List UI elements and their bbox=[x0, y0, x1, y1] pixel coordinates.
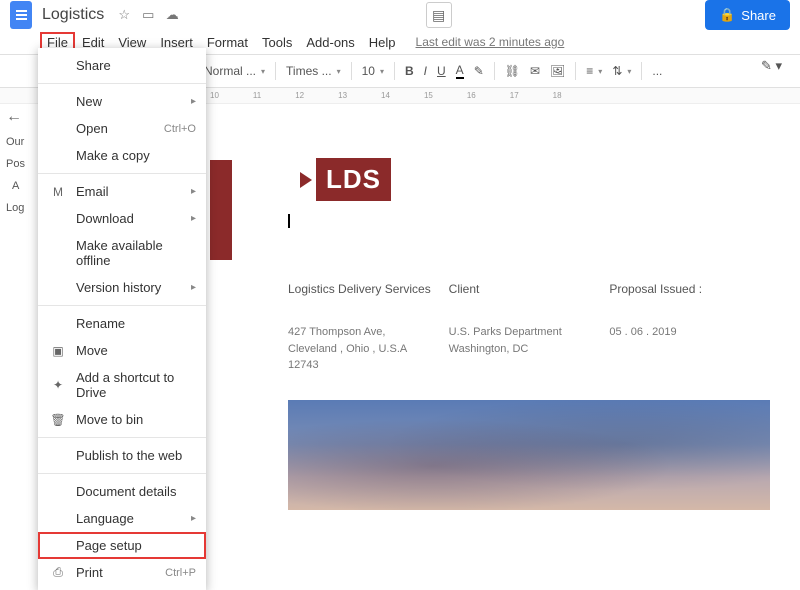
underline-button[interactable]: U bbox=[433, 62, 450, 80]
menu-tools[interactable]: Tools bbox=[255, 32, 299, 53]
share-label: Share bbox=[741, 8, 776, 23]
hero-image bbox=[288, 400, 770, 510]
menu-item-document-details[interactable]: Document details bbox=[38, 478, 206, 505]
info-heading-company: Logistics Delivery Services bbox=[288, 282, 449, 296]
menu-item-email[interactable]: MEmail bbox=[38, 178, 206, 205]
cloud-status-icon: ☁ bbox=[164, 7, 180, 23]
star-icon[interactable]: ☆ bbox=[116, 7, 132, 23]
outline-sidebar: ← Our Pos A Log bbox=[0, 88, 36, 234]
outline-item[interactable]: A bbox=[6, 180, 30, 192]
outline-item[interactable]: Log bbox=[6, 202, 30, 214]
menu-format[interactable]: Format bbox=[200, 32, 255, 53]
font-select[interactable]: Times ... bbox=[282, 62, 345, 80]
menu-addons[interactable]: Add-ons bbox=[299, 32, 361, 53]
italic-button[interactable]: I bbox=[420, 62, 431, 80]
menu-item-version-history[interactable]: Version history bbox=[38, 274, 206, 301]
menu-item-add-shortcut[interactable]: ✦Add a shortcut to Drive bbox=[38, 364, 206, 406]
menu-item-offline[interactable]: Make available offline bbox=[38, 232, 206, 274]
menu-item-new[interactable]: New bbox=[38, 88, 206, 115]
outline-item[interactable]: Pos bbox=[6, 158, 30, 170]
info-heading-client: Client bbox=[449, 282, 610, 296]
move-folder-icon[interactable]: ▭ bbox=[140, 7, 156, 23]
paragraph-style-select[interactable]: Normal ... bbox=[200, 62, 269, 80]
text-color-button[interactable]: A bbox=[452, 61, 468, 81]
share-button[interactable]: 🔒 Share bbox=[705, 0, 790, 30]
highlight-button[interactable]: ✎ bbox=[470, 62, 488, 80]
shortcut-icon: ✦ bbox=[50, 378, 66, 392]
menu-item-download[interactable]: Download bbox=[38, 205, 206, 232]
file-menu-dropdown: Share New OpenCtrl+O Make a copy MEmail … bbox=[38, 48, 206, 590]
insert-image-button[interactable]: 🖼 bbox=[546, 62, 569, 80]
menu-item-print[interactable]: ⎙PrintCtrl+P bbox=[38, 559, 206, 586]
insert-comment-button[interactable]: ✉ bbox=[526, 62, 544, 80]
logo-text: LDS bbox=[316, 158, 391, 201]
company-address: 427 Thompson Ave, Cleveland , Ohio , U.S… bbox=[288, 324, 418, 374]
align-button[interactable]: ≡ bbox=[582, 62, 606, 80]
print-icon: ⎙ bbox=[50, 565, 66, 580]
menu-item-page-setup[interactable]: Page setup bbox=[38, 532, 206, 559]
menu-item-make-copy[interactable]: Make a copy bbox=[38, 142, 206, 169]
comments-button[interactable]: ▤ bbox=[426, 2, 452, 28]
menu-item-language[interactable]: Language bbox=[38, 505, 206, 532]
logo-triangle-icon bbox=[300, 172, 312, 188]
more-toolbar-button[interactable]: ... bbox=[648, 62, 666, 80]
info-heading-date: Proposal Issued : bbox=[609, 282, 770, 296]
logo-stripe bbox=[210, 160, 232, 260]
font-size-select[interactable]: 10 bbox=[358, 62, 388, 80]
menu-item-move[interactable]: ▣Move bbox=[38, 337, 206, 364]
insert-link-button[interactable]: ⛓ bbox=[501, 62, 524, 80]
back-arrow-icon[interactable]: ← bbox=[6, 108, 30, 126]
menu-help[interactable]: Help bbox=[362, 32, 403, 53]
trash-icon: 🗑 bbox=[50, 413, 66, 427]
client-name: U.S. Parks Department Washington, DC bbox=[449, 324, 589, 357]
menu-item-open[interactable]: OpenCtrl+O bbox=[38, 115, 206, 142]
mail-icon: M bbox=[50, 185, 66, 199]
menu-item-share[interactable]: Share bbox=[38, 52, 206, 79]
menu-item-publish[interactable]: Publish to the web bbox=[38, 442, 206, 469]
line-spacing-button[interactable]: ⇅ bbox=[608, 62, 635, 80]
document-info-row: Logistics Delivery Services 427 Thompson… bbox=[288, 282, 770, 374]
menu-item-move-to-bin[interactable]: 🗑Move to bin bbox=[38, 406, 206, 433]
bold-button[interactable]: B bbox=[401, 62, 418, 80]
editing-mode-button[interactable]: ✎ ▾ bbox=[761, 58, 782, 74]
company-logo: LDS bbox=[300, 158, 391, 201]
proposal-date: 05 . 06 . 2019 bbox=[609, 324, 770, 341]
text-cursor bbox=[288, 214, 290, 228]
last-edit-link[interactable]: Last edit was 2 minutes ago bbox=[409, 32, 572, 52]
docs-app-icon[interactable] bbox=[10, 1, 32, 29]
menu-item-rename[interactable]: Rename bbox=[38, 310, 206, 337]
outline-item[interactable]: Our bbox=[6, 136, 30, 148]
lock-icon: 🔒 bbox=[719, 7, 735, 23]
folder-icon: ▣ bbox=[50, 344, 66, 358]
document-title[interactable]: Logistics bbox=[42, 6, 104, 24]
